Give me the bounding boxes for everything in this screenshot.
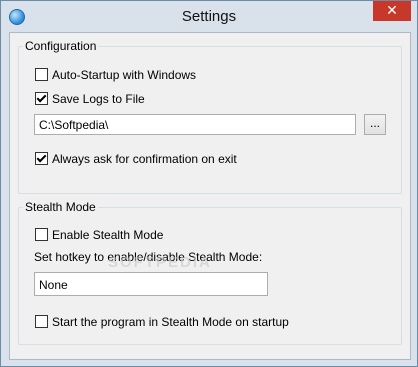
browse-button[interactable]: ...: [364, 114, 386, 135]
start-in-stealth-checkbox[interactable]: [35, 315, 48, 329]
stealth-mode-group: Stealth Mode Enable Stealth Mode Set hot…: [18, 200, 402, 345]
window-title: Settings: [181, 8, 237, 25]
settings-window: Settings ✕ Configuration Auto-Startup wi…: [0, 0, 418, 367]
client-area: Configuration Auto-Startup with Windows …: [9, 32, 411, 360]
save-logs-checkbox[interactable]: [35, 92, 48, 106]
watermark: SOFTPEDIA: [108, 254, 212, 271]
auto-startup-label: Auto-Startup with Windows: [52, 67, 197, 82]
close-button[interactable]: ✕: [373, 1, 411, 21]
enable-stealth-option[interactable]: Enable Stealth Mode: [35, 227, 163, 243]
save-logs-label: Save Logs to File: [52, 91, 145, 106]
confirm-exit-label: Always ask for confirmation on exit: [52, 151, 237, 166]
configuration-legend: Configuration: [23, 39, 99, 53]
enable-stealth-label: Enable Stealth Mode: [52, 227, 164, 242]
hotkey-input[interactable]: None: [34, 272, 268, 296]
configuration-group: Configuration Auto-Startup with Windows …: [18, 39, 402, 194]
auto-startup-checkbox[interactable]: [35, 68, 48, 82]
start-in-stealth-option[interactable]: Start the program in Stealth Mode on sta…: [35, 314, 289, 330]
enable-stealth-checkbox[interactable]: [35, 228, 48, 242]
auto-startup-option[interactable]: Auto-Startup with Windows: [35, 67, 196, 83]
confirm-exit-option[interactable]: Always ask for confirmation on exit: [35, 151, 237, 167]
title-bar: Settings ✕: [1, 1, 417, 33]
save-logs-option[interactable]: Save Logs to File: [35, 91, 145, 107]
confirm-exit-checkbox[interactable]: [35, 152, 48, 166]
start-in-stealth-label: Start the program in Stealth Mode on sta…: [52, 314, 289, 329]
log-path-input[interactable]: C:\Softpedia\: [34, 114, 356, 135]
stealth-mode-legend: Stealth Mode: [23, 200, 98, 214]
